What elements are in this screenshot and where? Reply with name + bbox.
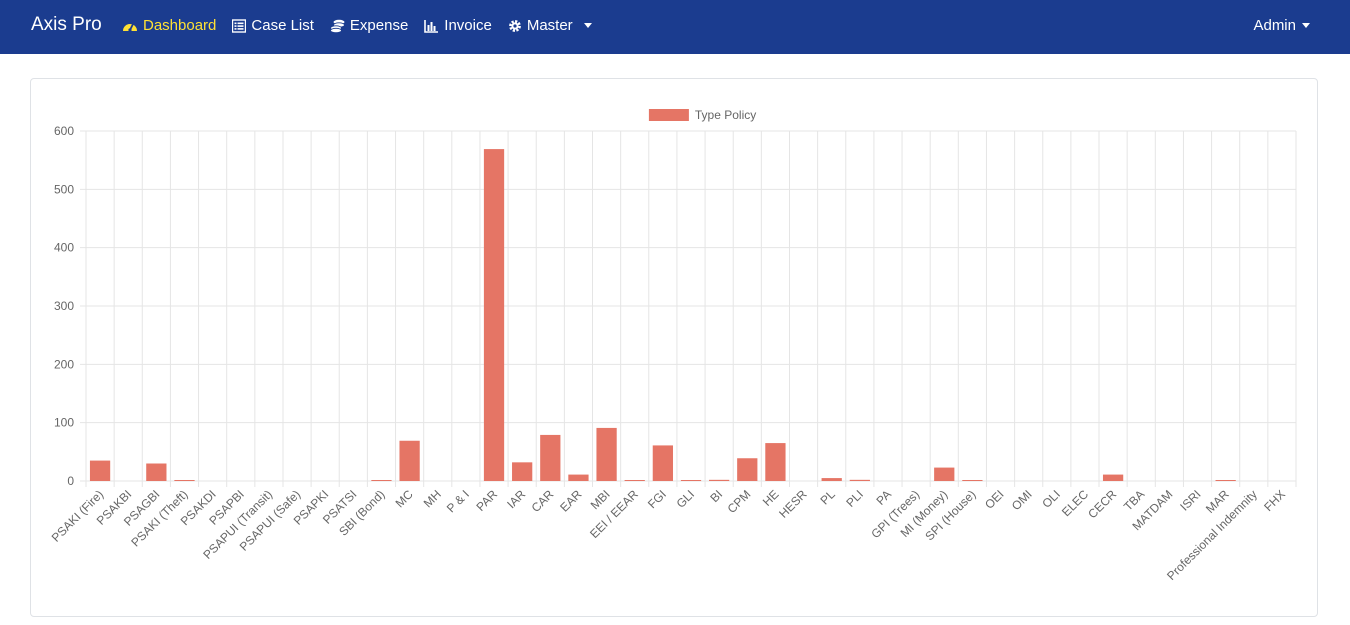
x-tick-label: GLI: [674, 487, 698, 511]
bar: [174, 480, 195, 481]
nav-expense[interactable]: Expense: [330, 17, 408, 34]
y-tick-label: 200: [54, 357, 74, 371]
bar: [568, 474, 589, 481]
x-tick-label: CPM: [725, 487, 754, 516]
nav-invoice-label: Invoice: [444, 17, 492, 34]
x-tick-label: IAR: [504, 487, 528, 511]
coins-icon: [330, 19, 345, 33]
user-menu-label: Admin: [1253, 17, 1296, 34]
bar: [934, 467, 955, 481]
x-tick-label: OEI: [982, 487, 1007, 512]
x-tick-label: OMI: [1009, 487, 1035, 513]
x-tick-label: FGI: [645, 487, 669, 511]
bar: [399, 440, 420, 481]
nav-master-label: Master: [526, 17, 573, 34]
bar: [680, 480, 702, 481]
y-tick-label: 600: [54, 124, 74, 138]
bar: [1215, 480, 1236, 481]
main-nav: Dashboard Case List Expense Invoice Mast…: [122, 17, 592, 34]
nav-dashboard[interactable]: Dashboard: [122, 17, 216, 34]
y-tick-label: 0: [67, 474, 74, 488]
bar: [483, 149, 505, 481]
nav-dashboard-label: Dashboard: [143, 17, 217, 34]
x-tick-label: MC: [393, 487, 416, 510]
x-tick-label: MH: [421, 487, 444, 510]
nav-invoice[interactable]: Invoice: [424, 17, 492, 34]
x-tick-label: HESR: [776, 487, 810, 521]
y-tick-label: 100: [54, 416, 74, 430]
bar: [624, 480, 645, 481]
x-tick-label: HE: [760, 487, 782, 509]
x-tick-label: PAR: [473, 487, 500, 514]
x-tick-label: CAR: [529, 487, 557, 515]
x-tick-label: FHX: [1261, 487, 1288, 514]
x-tick-label: PL: [818, 487, 839, 508]
brand-logo[interactable]: Axis Pro: [31, 14, 102, 36]
chevron-down-icon: [1302, 23, 1310, 28]
nav-master[interactable]: Master: [508, 17, 592, 34]
chart-card: 0 100 200 300 400 500 600 PSAKI (Fire) PSAKBI PSA…: [30, 78, 1318, 617]
x-tick-label: PLI: [843, 487, 866, 510]
bar: [962, 480, 983, 481]
bar: [849, 479, 870, 481]
bar: [371, 480, 392, 481]
x-tick-label: EAR: [557, 487, 585, 515]
y-tick-label: 400: [54, 241, 74, 255]
gear-icon: [508, 19, 522, 33]
bar-chart-icon: [424, 19, 439, 33]
y-tick-label: 500: [54, 182, 74, 196]
x-tick-label: PA: [874, 487, 895, 508]
type-policy-chart: 0100200300400500600PSAKI (Fire)PSAKBIPSA…: [49, 108, 1297, 583]
bar: [1102, 474, 1124, 481]
chevron-down-icon: [583, 23, 592, 28]
x-tick-label: OLI: [1039, 487, 1063, 511]
bar: [540, 434, 561, 481]
y-tick-label: 300: [54, 299, 74, 313]
list-icon: [232, 18, 247, 33]
x-tick-label: BI: [707, 487, 725, 505]
bar: [652, 445, 673, 481]
bar: [821, 478, 842, 481]
bar: [765, 443, 786, 481]
legend-label: Type Policy: [695, 108, 756, 122]
user-menu[interactable]: Admin: [1253, 17, 1310, 34]
top-navbar: Axis Pro Dashboard Case List Expense Inv…: [0, 0, 1350, 54]
x-tick-label: ELEC: [1059, 487, 1091, 519]
x-tick-label: ISRI: [1177, 487, 1203, 513]
x-tick-label: CECR: [1085, 487, 1119, 521]
bar: [89, 460, 111, 481]
nav-case-list[interactable]: Case List: [232, 17, 314, 34]
nav-case-list-label: Case List: [251, 17, 314, 34]
x-tick-label: P & I: [444, 487, 472, 515]
bar: [596, 427, 617, 481]
nav-expense-label: Expense: [349, 17, 409, 34]
gauge-icon: [122, 19, 138, 33]
bar: [737, 458, 758, 481]
bar: [512, 462, 533, 481]
bar: [146, 463, 167, 481]
bar: [709, 479, 730, 481]
legend-swatch: [648, 109, 689, 121]
